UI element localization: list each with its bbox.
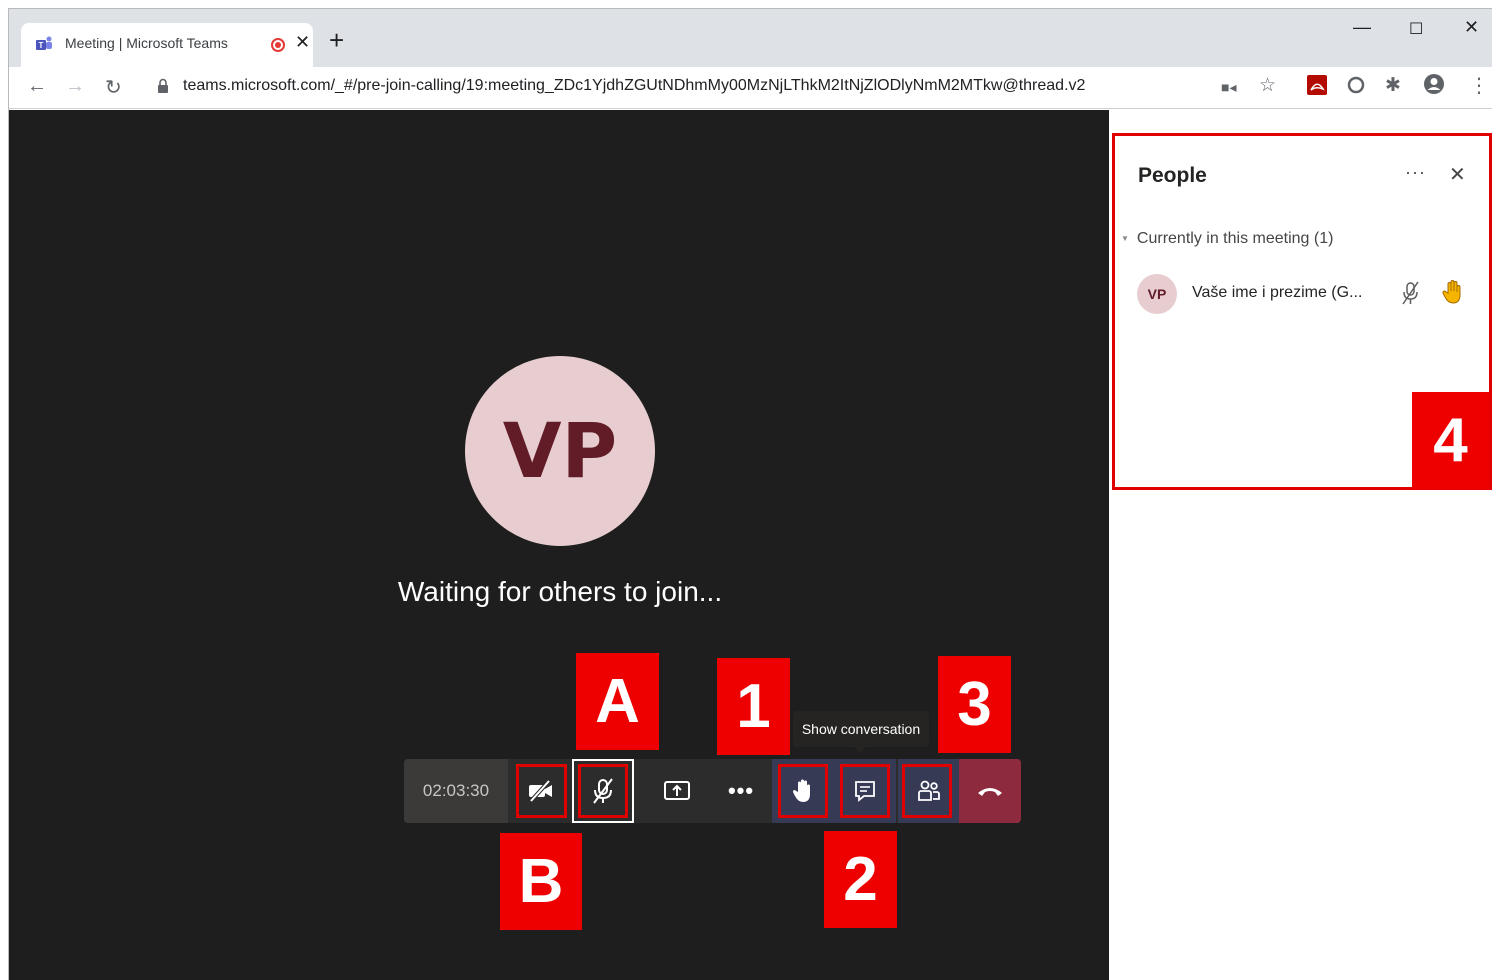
avatar: VP xyxy=(1137,274,1177,314)
callout-2: 2 xyxy=(824,831,897,928)
participant-avatar: VP xyxy=(465,356,655,546)
browser-tab[interactable]: T Meeting | Microsoft Teams ✕ xyxy=(21,23,313,67)
menu-kebab-icon[interactable]: ⋮ xyxy=(1469,73,1489,98)
people-close-icon[interactable]: ✕ xyxy=(1449,162,1466,187)
highlight-box-3 xyxy=(902,764,952,818)
callout-b: B xyxy=(500,833,582,930)
meeting-controls-bar: 02:03:30 ••• xyxy=(404,759,1021,823)
recording-icon xyxy=(271,38,285,52)
callout-a: A xyxy=(576,653,659,750)
minimize-icon[interactable]: — xyxy=(1353,17,1371,38)
window-close-icon[interactable]: ✕ xyxy=(1464,17,1479,38)
highlight-box-b xyxy=(516,764,567,818)
callout-3: 3 xyxy=(938,656,1011,753)
meeting-timer: 02:03:30 xyxy=(404,759,508,823)
tab-title: Meeting | Microsoft Teams xyxy=(65,35,228,51)
tooltip: Show conversation xyxy=(793,711,929,753)
hang-up-icon xyxy=(978,788,1002,796)
people-panel-title: People xyxy=(1138,164,1207,187)
highlight-box-a xyxy=(578,764,628,818)
camera-icon[interactable]: ■◂ xyxy=(1221,79,1236,96)
people-more-icon[interactable]: ··· xyxy=(1405,162,1426,183)
tab-close-icon[interactable]: ✕ xyxy=(295,32,310,53)
new-tab-icon[interactable]: + xyxy=(329,27,344,53)
meeting-stage: VP Waiting for others to join... Show co… xyxy=(9,110,1109,980)
highlight-box-2 xyxy=(840,764,890,818)
forward-icon[interactable]: → xyxy=(65,75,85,98)
bookmark-star-icon[interactable]: ☆ xyxy=(1259,74,1276,97)
tab-strip: T Meeting | Microsoft Teams ✕ + — ☐ ✕ xyxy=(9,9,1492,67)
more-icon: ••• xyxy=(727,778,755,803)
share-tray-icon xyxy=(664,781,690,800)
callout-4: 4 xyxy=(1412,392,1489,490)
svg-text:T: T xyxy=(39,41,44,50)
caret-down-icon: ▼ xyxy=(1121,234,1129,244)
maximize-icon[interactable]: ☐ xyxy=(1409,19,1423,39)
extensions-puzzle-icon[interactable]: ✱ xyxy=(1385,74,1401,97)
participants-section-header[interactable]: ▼ Currently in this meeting (1) xyxy=(1121,230,1333,248)
lock-icon xyxy=(158,78,168,93)
waiting-message: Waiting for others to join... xyxy=(397,576,723,607)
callout-1: 1 xyxy=(717,658,790,755)
highlight-box-1 xyxy=(778,764,828,818)
participant-name[interactable]: Vaše ime i prezime (G... xyxy=(1192,284,1362,302)
teams-icon: T xyxy=(36,36,52,50)
more-actions-button[interactable]: ••• xyxy=(710,759,772,823)
section-label: Currently in this meeting (1) xyxy=(1136,230,1334,247)
share-screen-button[interactable] xyxy=(646,759,708,823)
hang-up-button[interactable] xyxy=(959,759,1021,823)
address-bar[interactable]: teams.microsoft.com/_#/pre-join-calling/… xyxy=(183,77,1085,95)
reload-icon[interactable]: ↻ xyxy=(105,75,122,100)
back-icon[interactable]: ← xyxy=(27,75,47,98)
extension-circle-icon[interactable] xyxy=(1347,76,1365,99)
raise-hand-icon xyxy=(1442,280,1461,304)
profile-icon[interactable] xyxy=(1423,73,1445,100)
browser-toolbar: ← → ↻ teams.microsoft.com/_#/pre-join-ca… xyxy=(9,67,1492,109)
pdf-extension-icon[interactable] xyxy=(1307,75,1327,100)
mic-off-icon xyxy=(1402,281,1419,305)
people-panel: People ··· ✕ ▼ Currently in this meeting … xyxy=(1112,133,1492,490)
browser-window: T Meeting | Microsoft Teams ✕ + — ☐ ✕ ← … xyxy=(8,8,1492,980)
